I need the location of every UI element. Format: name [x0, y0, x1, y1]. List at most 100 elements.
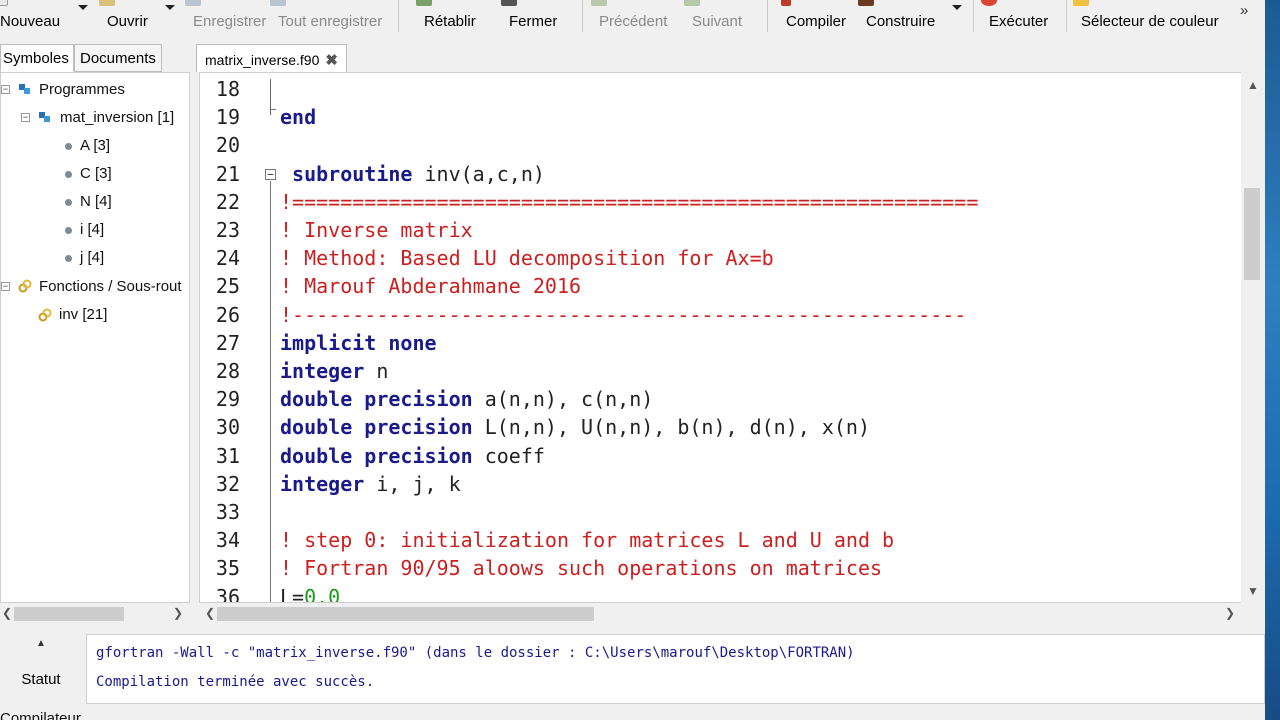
tab-documents[interactable]: Documents — [74, 44, 162, 72]
tree-item-mat-inversion[interactable]: mat_inversion [1] — [60, 109, 174, 126]
line-number: 26 — [215, 302, 240, 327]
function-icon — [18, 279, 32, 293]
code-line: integer n — [280, 359, 389, 383]
code-line: integer i, j, k — [280, 471, 461, 496]
line-number: 20 — [215, 133, 240, 158]
build-icon — [858, 0, 874, 6]
code-line: double precision a(n,n), c(n,n) — [280, 387, 654, 412]
tab-symbols[interactable]: Symboles — [0, 44, 74, 72]
line-number: 32 — [215, 471, 240, 496]
output-line: gfortran -Wall -c "matrix_inverse.f90" (… — [96, 645, 855, 661]
code-line: ! Method: Based LU decomposition for Ax=… — [280, 246, 774, 271]
message-panel: ▲ Statut gfortran -Wall -c "matrix_inver… — [0, 628, 1265, 720]
line-number: 29 — [215, 387, 240, 412]
line-number: 35 — [215, 556, 240, 581]
line-number: 34 — [215, 528, 240, 553]
scroll-left-arrow-icon[interactable]: ❮ — [2, 606, 12, 620]
fold-marker-line — [270, 181, 271, 602]
toolbar-separator — [973, 0, 974, 32]
scroll-right-arrow-icon[interactable]: ❯ — [173, 606, 183, 620]
variable-icon — [65, 171, 72, 178]
toolbar-overflow-button[interactable]: » — [1240, 2, 1248, 19]
sidebar-tabs: Symboles Documents — [0, 44, 190, 72]
scroll-right-arrow-icon[interactable]: ❯ — [1225, 606, 1235, 620]
code-line: subroutine inv(a,c,n) — [292, 161, 545, 186]
build-dropdown-chevron-icon[interactable] — [952, 5, 962, 10]
line-number: 36 — [215, 584, 240, 603]
output-line: Compilation terminée avec succès. — [96, 674, 375, 690]
tree-item-inv[interactable]: inv [21] — [59, 306, 107, 323]
collapse-toggle[interactable]: − — [1, 282, 10, 291]
tab-status[interactable]: ▲ Statut — [2, 638, 80, 698]
function-icon — [38, 308, 52, 322]
chevron-up-icon: ▲ — [36, 638, 46, 649]
redo-icon — [416, 0, 432, 6]
tree-item-variable[interactable]: N [4] — [80, 193, 112, 210]
editor-horizontal-scrollbar[interactable]: ❮ ❯ — [199, 603, 1241, 625]
geany-window: Nouveau Ouvrir Enregistrer Tout enregist… — [0, 0, 1280, 720]
tab-label: matrix_inverse.f90 — [205, 52, 320, 68]
scroll-up-arrow-icon[interactable]: ▲ — [1247, 78, 1259, 92]
program-icon — [39, 112, 50, 122]
tree-item-variable[interactable]: A [3] — [80, 137, 110, 154]
line-number: 30 — [215, 415, 240, 440]
toolbar: Nouveau Ouvrir Enregistrer Tout enregist… — [0, 0, 1265, 40]
collapse-toggle[interactable]: − — [1, 85, 10, 94]
line-number: 24 — [215, 246, 240, 271]
line-number: 25 — [215, 274, 240, 299]
line-number: 28 — [215, 359, 240, 383]
line-number: 18 — [215, 77, 240, 101]
scroll-left-arrow-icon[interactable]: ❮ — [205, 606, 215, 620]
new-dropdown-chevron-icon[interactable] — [78, 5, 88, 10]
document-tabs: matrix_inverse.f90 ✖ — [196, 44, 1265, 72]
variable-icon — [65, 143, 72, 150]
line-number: 33 — [215, 500, 240, 524]
toolbar-separator — [1066, 0, 1067, 32]
line-number: 31 — [215, 443, 240, 468]
tree-item-functions[interactable]: Fonctions / Sous-rout — [39, 278, 182, 295]
line-number: 23 — [215, 218, 240, 242]
scrollbar-thumb[interactable] — [217, 607, 594, 621]
line-number-gutter: 18 19 20 21 22 23 24 25 26 27 28 29 30 31 32 33 34 35 36 — [200, 73, 268, 603]
line-number: 22 — [215, 189, 240, 214]
fold-toggle[interactable]: − — [265, 169, 276, 180]
line-number: 21 — [215, 161, 240, 186]
toolbar-separator — [398, 0, 399, 32]
tab-matrix-inverse[interactable]: matrix_inverse.f90 ✖ — [196, 44, 347, 72]
code-line: ! Fortran 90/95 aloows such operations o… — [280, 556, 883, 581]
close-tab-icon[interactable]: ✖ — [325, 51, 338, 69]
code-line: double precision L(n,n), U(n,n), b(n), d… — [280, 415, 871, 440]
code-line: !=======================================… — [280, 189, 979, 214]
tab-compiler[interactable]: Compilateur — [0, 710, 81, 720]
scrollbar-thumb[interactable] — [14, 607, 124, 621]
tree-item-variable[interactable]: j [4] — [80, 249, 104, 266]
open-dropdown-chevron-icon[interactable] — [165, 5, 175, 10]
code-line: !---------------------------------------… — [280, 302, 967, 327]
code-editor[interactable]: 18 19 20 21 22 23 24 25 26 27 28 29 30 31 32 33 34 35 36 −… — [199, 72, 1263, 603]
code-line: ! Marouf Abderahmane 2016 — [280, 274, 582, 299]
variable-icon — [65, 255, 72, 262]
desktop-wallpaper-strip — [1265, 0, 1280, 720]
toolbar-separator — [767, 0, 768, 32]
open-folder-icon — [99, 0, 115, 6]
fold-marker-line — [270, 109, 276, 110]
scrollbar-thumb[interactable] — [1244, 188, 1260, 280]
save-icon — [185, 0, 201, 6]
editor-vertical-scrollbar[interactable]: ▲ ▼ — [1241, 72, 1263, 603]
tree-item-variable[interactable]: C [3] — [80, 165, 112, 182]
variable-icon — [65, 199, 72, 206]
code-line: double precision coeff — [280, 443, 545, 468]
arrow-left-icon — [591, 0, 607, 6]
tree-item-variable[interactable]: i [4] — [80, 221, 104, 238]
code-line: ! Inverse matrix — [280, 218, 473, 242]
arrow-right-icon — [684, 0, 700, 6]
code-line: L=0.0 — [280, 584, 341, 603]
toolbar-separator — [582, 0, 583, 32]
scroll-down-arrow-icon[interactable]: ▼ — [1247, 584, 1259, 598]
sidebar-horizontal-scrollbar[interactable]: ❮ ❯ — [0, 603, 190, 625]
program-icon — [19, 84, 30, 94]
color-picker-icon — [1073, 0, 1089, 6]
compile-icon — [781, 0, 791, 6]
collapse-toggle[interactable]: − — [21, 113, 30, 122]
tree-item-programmes[interactable]: Programmes — [39, 81, 125, 98]
